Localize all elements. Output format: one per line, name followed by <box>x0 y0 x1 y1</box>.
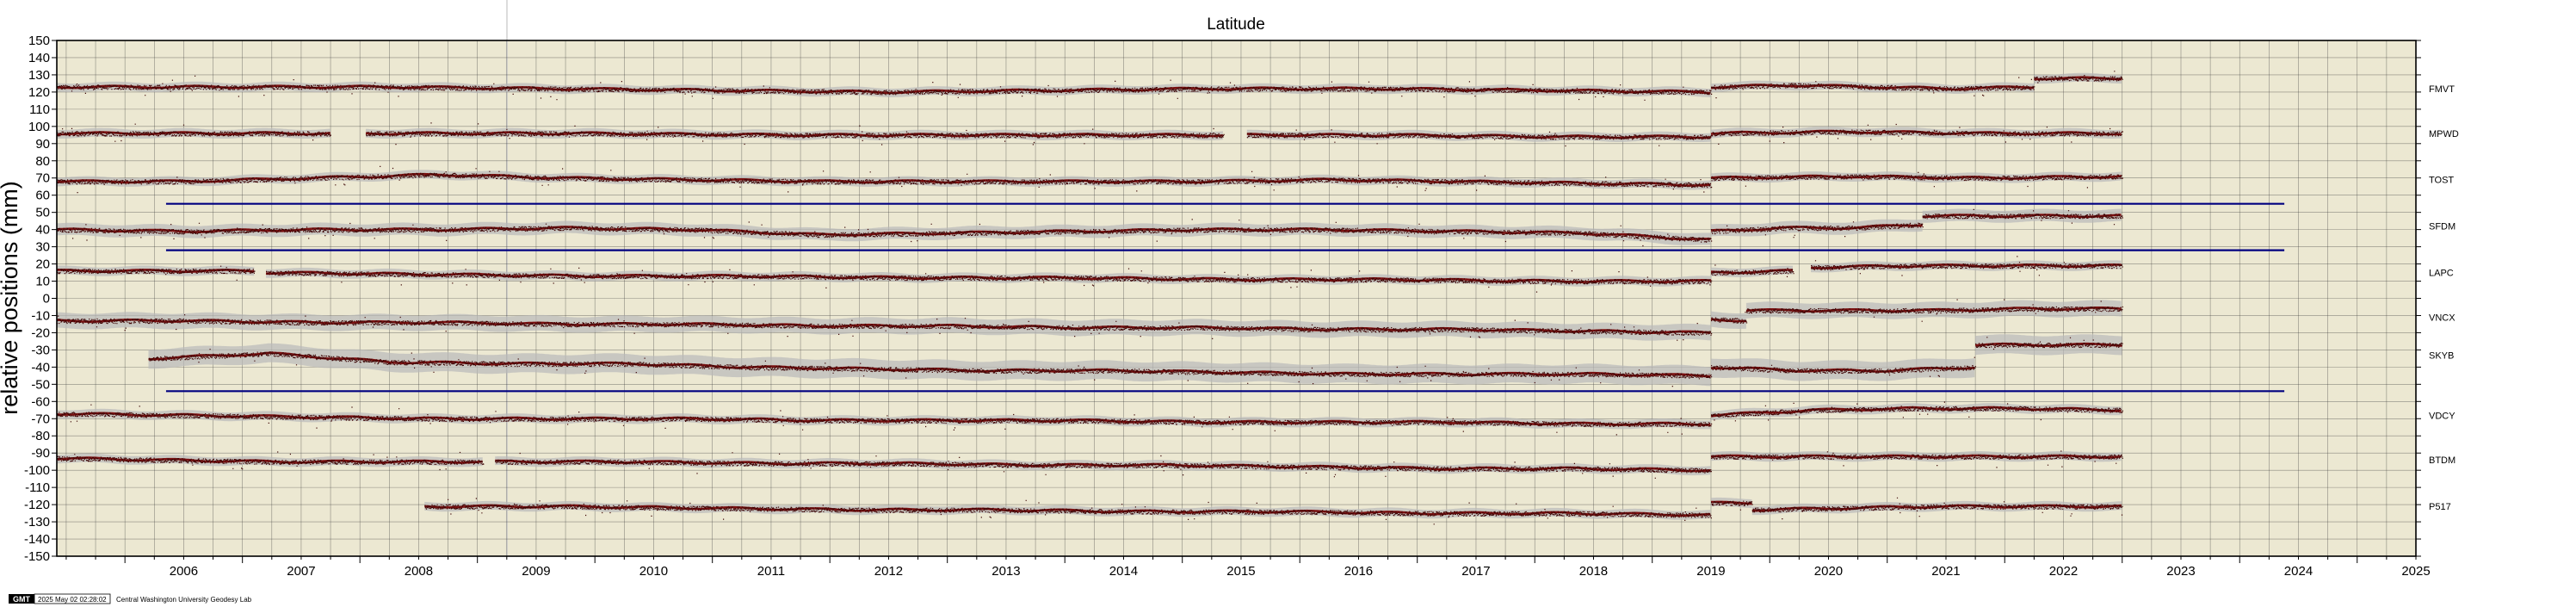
gmt-logo-text: GMT <box>13 595 30 604</box>
station-label: LAPC <box>2429 269 2454 279</box>
y-tick-label: -40 <box>31 360 50 375</box>
station-label: P517 <box>2429 502 2451 512</box>
station-label: FMVT <box>2429 84 2455 95</box>
y-tick-label: -90 <box>31 446 50 461</box>
station-label: VNCX <box>2429 313 2456 323</box>
y-tick-label: -60 <box>31 394 50 409</box>
x-tick-label: 2021 <box>1931 564 1960 579</box>
x-tick-label: 2024 <box>2284 564 2313 579</box>
y-tick-label: 30 <box>35 240 50 255</box>
x-tick-label: 2011 <box>757 564 785 579</box>
x-tick-label: 2009 <box>522 564 550 579</box>
station-label: SKYB <box>2429 350 2454 361</box>
x-tick-label: 2007 <box>287 564 315 579</box>
x-tick-label: 2012 <box>874 564 903 579</box>
y-tick-label: -140 <box>24 532 50 547</box>
y-tick-label: 120 <box>28 85 50 100</box>
y-tick-label: -150 <box>24 549 50 564</box>
y-tick-label: 40 <box>35 223 50 238</box>
y-tick-label: 60 <box>35 189 50 203</box>
y-tick-label: 20 <box>35 257 50 272</box>
y-tick-label: 80 <box>35 154 50 169</box>
y-tick-label: 140 <box>28 51 50 65</box>
x-tick-label: 2019 <box>1696 564 1725 579</box>
x-tick-label: 2020 <box>1814 564 1843 579</box>
station-label: VDCY <box>2429 411 2456 421</box>
y-tick-label: 70 <box>35 171 50 186</box>
x-tick-label: 2017 <box>1461 564 1490 579</box>
y-tick-label: -50 <box>31 377 50 392</box>
station-label: MPWD <box>2429 129 2459 139</box>
y-tick-label: -10 <box>31 308 50 323</box>
x-tick-label: 2022 <box>2049 564 2078 579</box>
x-tick-label: 2008 <box>405 564 433 579</box>
x-tick-label: 2013 <box>991 564 1020 579</box>
y-tick-label: 100 <box>28 120 50 134</box>
y-tick-label: 50 <box>35 206 50 220</box>
x-tick-label: 2010 <box>639 564 668 579</box>
y-tick-label: -20 <box>31 325 50 340</box>
x-tick-label: 2015 <box>1226 564 1255 579</box>
y-tick-label: -120 <box>24 498 50 512</box>
y-tick-label: -80 <box>31 429 50 443</box>
y-axis-label: relative positions (mm) <box>0 181 22 415</box>
y-tick-label: 0 <box>43 292 50 307</box>
y-tick-label: 10 <box>35 275 50 289</box>
y-tick-label: 150 <box>28 34 50 48</box>
x-tick-label: 2016 <box>1344 564 1373 579</box>
y-tick-label: -110 <box>25 480 50 495</box>
x-tick-label: 2025 <box>2401 564 2430 579</box>
footer-timestamp: 2025 May 02 02:28:02 <box>38 596 107 604</box>
x-tick-label: 2018 <box>1579 564 1608 579</box>
chart-title: Latitude <box>1207 15 1265 34</box>
x-tick-label: 2014 <box>1109 564 1138 579</box>
y-tick-label: -30 <box>31 343 50 357</box>
footer-credit: Central Washington University Geodesy La… <box>116 596 252 604</box>
y-tick-label: 130 <box>28 68 50 83</box>
x-tick-label: 2006 <box>170 564 198 579</box>
y-tick-label: 90 <box>35 137 50 152</box>
x-tick-label: 2023 <box>2166 564 2195 579</box>
footer: GMT 2025 May 02 02:28:02 Central Washing… <box>9 593 252 604</box>
y-tick-label: -100 <box>24 463 50 478</box>
y-tick-label: -130 <box>24 515 50 530</box>
station-label: SFDM <box>2429 222 2456 232</box>
latitude-chart: FMVT MPWD TOST SFDM LAPC VNCX SKYB VDCY BTDM P517… <box>0 0 2459 604</box>
station-label: TOST <box>2429 176 2454 186</box>
y-tick-label: -70 <box>31 412 50 426</box>
y-tick-label: 110 <box>29 102 50 117</box>
station-label: BTDM <box>2429 455 2456 466</box>
